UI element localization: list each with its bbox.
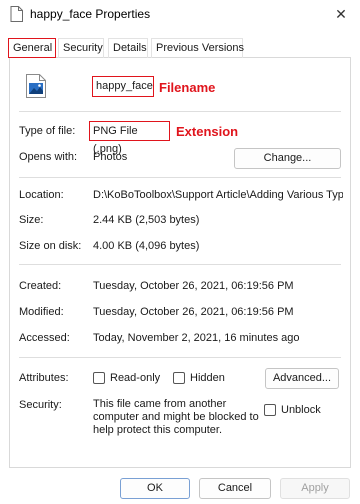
readonly-checkbox[interactable]	[93, 372, 105, 384]
separator	[19, 357, 341, 358]
created-value: Tuesday, October 26, 2021, 06:19:56 PM	[93, 280, 294, 292]
tab-security[interactable]: Security	[58, 38, 104, 58]
close-icon[interactable]: ✕	[332, 6, 350, 22]
change-button[interactable]: Change...	[234, 148, 341, 169]
tab-previous-versions[interactable]: Previous Versions	[151, 38, 244, 58]
ok-button[interactable]: OK	[120, 478, 190, 499]
attributes-label: Attributes:	[19, 372, 69, 384]
separator	[19, 264, 341, 265]
unblock-checkbox[interactable]	[264, 404, 276, 416]
advanced-button[interactable]: Advanced...	[265, 368, 339, 389]
cancel-button[interactable]: Cancel	[199, 478, 271, 499]
security-message: This file came from another computer and…	[93, 398, 259, 436]
type-of-file-label: Type of file:	[19, 125, 76, 137]
properties-file-icon	[10, 6, 23, 22]
opens-with-label: Opens with:	[19, 151, 78, 163]
modified-label: Modified:	[19, 306, 64, 318]
location-label: Location:	[19, 189, 64, 201]
security-label: Security:	[19, 399, 62, 411]
filename-annotation: Filename	[159, 80, 216, 95]
unblock-label: Unblock	[281, 404, 321, 416]
opens-with-value: Photos	[93, 151, 128, 163]
window-title: happy_face Properties	[30, 7, 151, 21]
size-value: 2.44 KB (2,503 bytes)	[93, 214, 200, 226]
location-value: D:\KoBoToolbox\Support Article\Adding Va…	[93, 189, 343, 201]
accessed-value: Today, November 2, 2021, 16 minutes ago	[93, 332, 300, 344]
image-file-icon	[26, 74, 46, 98]
readonly-label: Read-only	[110, 372, 161, 384]
modified-value: Tuesday, October 26, 2021, 06:19:56 PM	[93, 306, 294, 318]
size-on-disk-value: 4.00 KB (4,096 bytes)	[93, 240, 200, 252]
tab-general[interactable]: General	[8, 38, 56, 58]
hidden-label: Hidden	[190, 372, 225, 384]
hidden-checkbox[interactable]	[173, 372, 185, 384]
type-of-file-value: PNG File (.png)	[89, 121, 170, 155]
size-label: Size:	[19, 214, 44, 226]
accessed-label: Accessed:	[19, 332, 70, 344]
tab-details[interactable]: Details	[108, 38, 148, 58]
apply-button[interactable]: Apply	[280, 478, 350, 499]
filename-input[interactable]: happy_face	[92, 76, 154, 97]
separator	[19, 111, 341, 112]
separator	[19, 177, 341, 178]
created-label: Created:	[19, 280, 62, 292]
size-on-disk-label: Size on disk:	[19, 240, 82, 252]
extension-annotation: Extension	[176, 124, 239, 139]
